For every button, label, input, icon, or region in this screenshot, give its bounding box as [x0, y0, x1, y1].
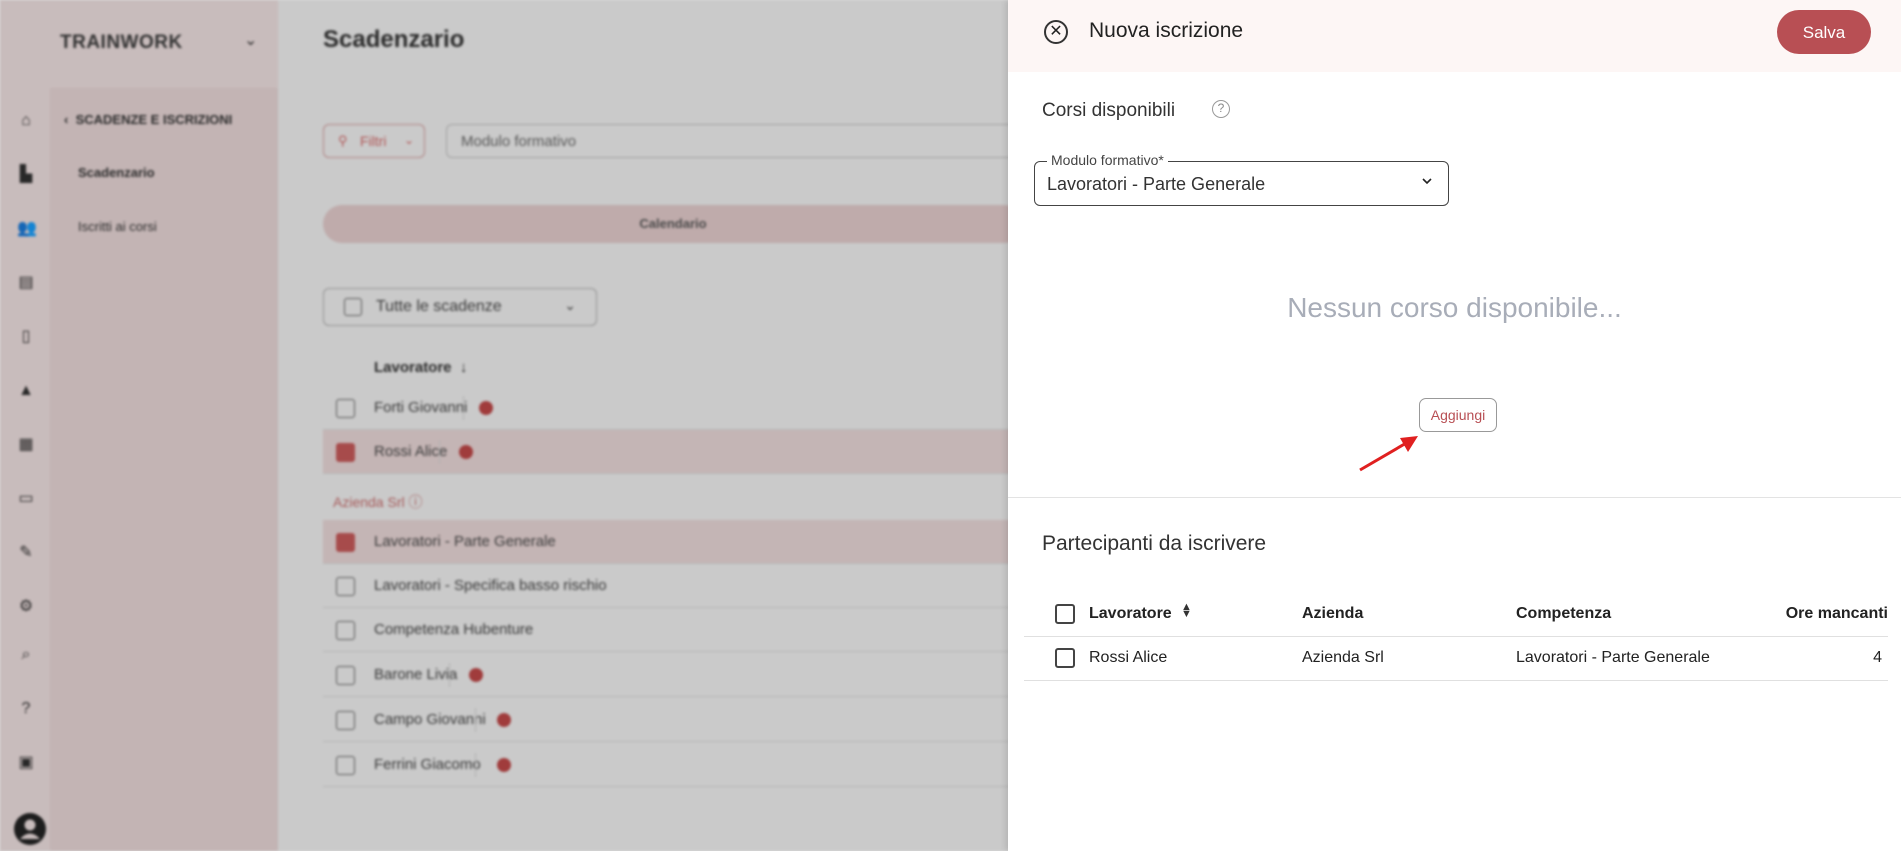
- annotation-arrow: [1359, 436, 1418, 472]
- close-icon[interactable]: ✕: [1044, 20, 1068, 44]
- row-missing-hours: 4: [1873, 649, 1882, 666]
- sort-icon[interactable]: ▲ ▼: [1181, 602, 1192, 620]
- column-header-missing-hours: Ore mancanti: [1785, 605, 1888, 622]
- row-competence: Lavoratori - Parte Generale: [1516, 649, 1710, 666]
- section-divider: [1008, 497, 1901, 498]
- table-row[interactable]: Rossi Alice Azienda Srl Lavoratori - Par…: [1024, 636, 1888, 681]
- row-checkbox[interactable]: [1055, 648, 1075, 668]
- column-header-company: Azienda: [1302, 605, 1364, 622]
- new-enrollment-drawer: ✕ Nuova iscrizione Salva Corsi disponibi…: [1008, 0, 1901, 851]
- module-select-value: Lavoratori - Parte Generale: [1047, 174, 1266, 194]
- select-all-checkbox[interactable]: [1055, 604, 1075, 624]
- module-select-label: Modulo formativo*: [1047, 152, 1168, 168]
- chevron-down-icon: [1422, 178, 1432, 185]
- column-header-worker[interactable]: Lavoratore: [1089, 605, 1172, 623]
- add-button[interactable]: Aggiungi: [1419, 398, 1497, 432]
- help-icon[interactable]: ?: [1212, 100, 1230, 118]
- participants-table-header: Lavoratore ▲ ▼ Azienda Competenza Ore man…: [1024, 596, 1888, 637]
- save-button[interactable]: Salva: [1777, 10, 1871, 54]
- row-company: Azienda Srl: [1302, 649, 1384, 666]
- drawer-title: Nuova iscrizione: [1089, 19, 1244, 42]
- row-worker: Rossi Alice: [1089, 649, 1168, 666]
- modal-backdrop[interactable]: [0, 0, 1008, 851]
- participants-title: Partecipanti da iscrivere: [1042, 532, 1267, 555]
- available-courses-title: Corsi disponibili: [1042, 100, 1176, 121]
- column-header-competence: Competenza: [1516, 605, 1612, 622]
- drawer-header: ✕ Nuova iscrizione Salva: [1008, 0, 1901, 72]
- module-select[interactable]: Modulo formativo* Lavoratori - Parte Gen…: [1034, 152, 1449, 206]
- empty-courses-message: Nessun corso disponibile...: [1287, 292, 1622, 323]
